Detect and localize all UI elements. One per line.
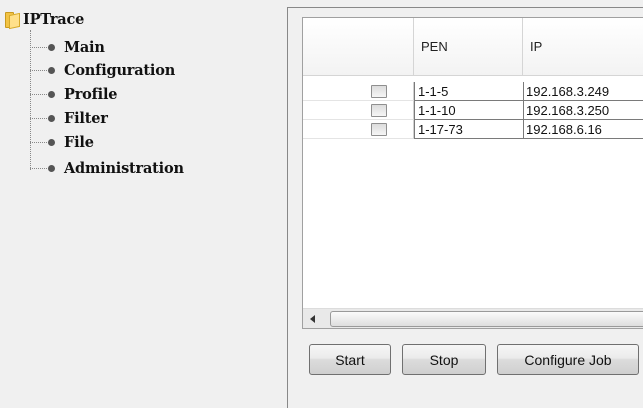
select-cell xyxy=(303,82,414,101)
tree-item-label: Profile xyxy=(64,85,118,103)
tree-item-administration[interactable]: Administration xyxy=(30,158,184,178)
row-checkbox[interactable] xyxy=(371,103,387,117)
pen-cell: 1-1-5 xyxy=(414,82,524,101)
ip-cell: 192.168.3.250 xyxy=(523,101,643,120)
ip-cell: 192.168.3.249 xyxy=(523,82,643,101)
table-row[interactable]: 1-1-5 192.168.3.249 xyxy=(303,82,643,101)
table-row[interactable]: 1-1-10 192.168.3.250 xyxy=(303,101,643,120)
device-table: PEN IP 1-1-5 192.168.3.249 1-1-10 192.16… xyxy=(302,17,643,329)
tree-item-label: Administration xyxy=(64,159,184,177)
tree-item-configuration[interactable]: Configuration xyxy=(30,60,175,80)
bullet-icon xyxy=(48,164,55,172)
chevron-left-icon[interactable] xyxy=(305,309,321,328)
bullet-icon xyxy=(48,66,55,74)
tree-item-filter[interactable]: Filter xyxy=(30,108,108,128)
stop-button[interactable]: Stop xyxy=(402,344,486,375)
start-button[interactable]: Start xyxy=(309,344,391,375)
table-row[interactable]: 1-17-73 192.168.6.16 xyxy=(303,120,643,139)
table-header: PEN IP xyxy=(303,18,643,76)
column-header-pen[interactable]: PEN xyxy=(414,18,523,75)
tree-item-label: Filter xyxy=(64,109,108,127)
row-checkbox[interactable] xyxy=(371,84,387,98)
row-checkbox[interactable] xyxy=(371,122,387,136)
folder-icon xyxy=(5,11,20,30)
column-header-select[interactable] xyxy=(303,18,414,75)
ip-cell: 192.168.6.16 xyxy=(523,120,643,139)
column-header-ip[interactable]: IP xyxy=(523,18,643,75)
tree-item-label: Main xyxy=(64,38,105,56)
tree-item-file[interactable]: File xyxy=(30,132,94,152)
horizontal-scrollbar[interactable] xyxy=(303,308,643,328)
tree-item-profile[interactable]: Profile xyxy=(30,84,117,104)
bullet-icon xyxy=(48,90,55,98)
tree-root-label: IPTrace xyxy=(23,10,85,28)
tree-root-iptrace[interactable]: IPTrace xyxy=(5,9,85,30)
bullet-icon xyxy=(48,114,55,122)
tree-item-label: File xyxy=(64,133,94,151)
tree-item-main[interactable]: Main xyxy=(30,37,105,57)
pen-cell: 1-17-73 xyxy=(414,120,524,139)
bullet-icon xyxy=(48,138,55,146)
select-cell xyxy=(303,101,414,120)
tree-item-label: Configuration xyxy=(64,61,176,79)
configure-job-button[interactable]: Configure Job xyxy=(497,344,639,375)
select-cell xyxy=(303,120,414,139)
scrollbar-thumb[interactable] xyxy=(330,311,643,327)
pen-cell: 1-1-10 xyxy=(414,101,524,120)
bullet-icon xyxy=(48,43,55,51)
navigation-tree: IPTrace Main Configuration Profile Filte… xyxy=(0,0,285,396)
